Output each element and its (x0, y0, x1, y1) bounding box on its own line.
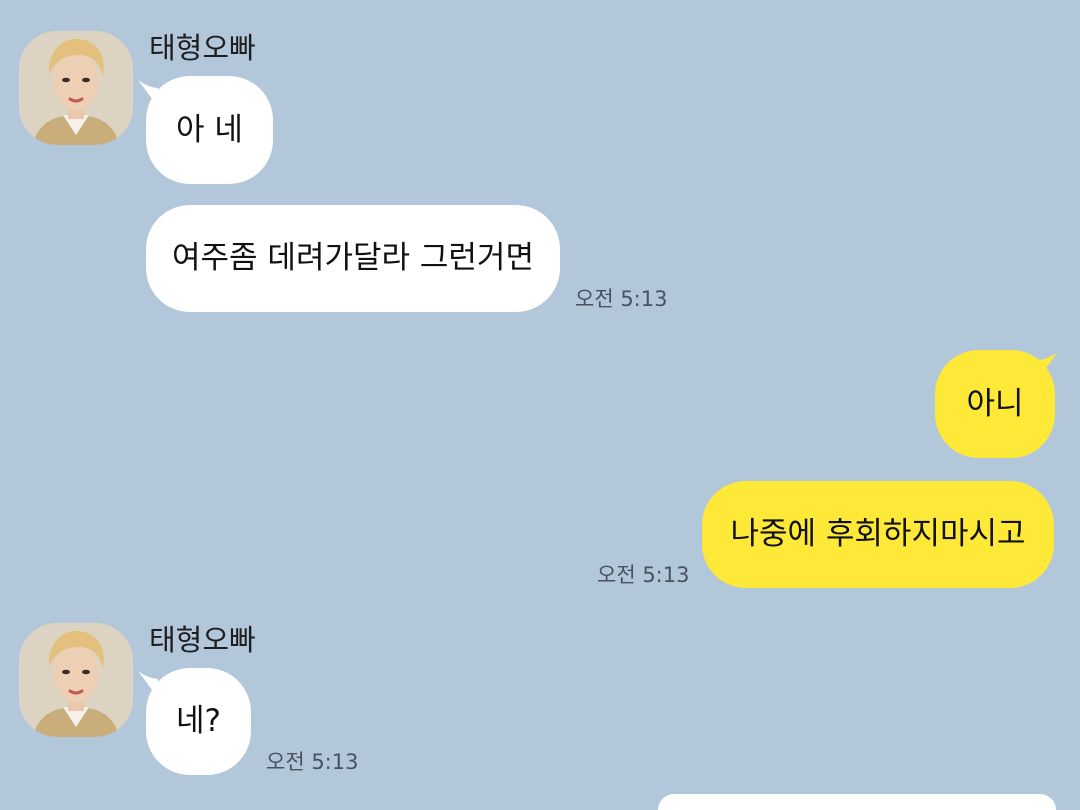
message-bubble[interactable]: 여주좀 데려가달라 그런거면 (146, 205, 560, 312)
message-text: 아 네 (176, 111, 243, 148)
message-bubble[interactable]: 나중에 후회하지마시고 (702, 481, 1054, 588)
sender-name: 태형오빠 (149, 623, 256, 657)
profile-photo (19, 31, 133, 145)
sender-name: 태형오빠 (149, 31, 256, 65)
message-text: 여주좀 데려가달라 그런거면 (172, 240, 534, 276)
message-text: 네? (176, 703, 221, 739)
message-bubble[interactable]: 아니 (935, 350, 1055, 458)
message-bubble-partial[interactable] (658, 794, 1056, 810)
message-timestamp: 오전 5:13 (597, 563, 690, 587)
message-bubble[interactable]: 아 네 (146, 76, 273, 184)
profile-photo (19, 623, 133, 737)
message-timestamp: 오전 5:13 (575, 287, 668, 311)
message-text: 나중에 후회하지마시고 (730, 516, 1026, 552)
message-text: 아니 (966, 385, 1024, 422)
message-timestamp: 오전 5:13 (266, 750, 359, 774)
sender-avatar[interactable] (19, 623, 133, 737)
message-bubble[interactable]: 네? (146, 668, 251, 775)
sender-avatar[interactable] (19, 31, 133, 145)
